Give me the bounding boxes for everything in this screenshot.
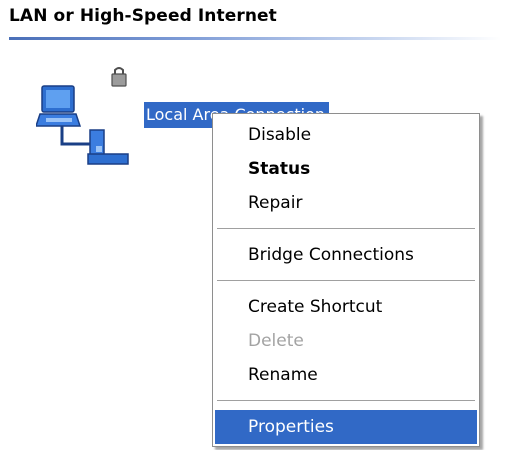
menu-item-delete[interactable]: Delete — [215, 324, 477, 358]
menu-item-bridge-connections[interactable]: Bridge Connections — [215, 238, 477, 272]
group-divider — [9, 37, 501, 40]
group-title: LAN or High-Speed Internet — [9, 6, 277, 26]
menu-separator — [217, 280, 475, 282]
menu-separator — [217, 228, 475, 230]
menu-item-rename[interactable]: Rename — [215, 358, 477, 392]
group-header: LAN or High-Speed Internet — [9, 6, 501, 42]
network-connections-window: LAN or High-Speed Internet Local Area Co… — [0, 0, 521, 450]
menu-item-status[interactable]: Status — [215, 152, 477, 186]
menu-item-create-shortcut[interactable]: Create Shortcut — [215, 290, 477, 324]
menu-item-disable[interactable]: Disable — [215, 118, 477, 152]
menu-item-properties[interactable]: Properties — [215, 410, 477, 444]
context-menu: Disable Status Repair Bridge Connections… — [212, 113, 480, 447]
network-connection-icon — [36, 67, 129, 165]
menu-separator — [217, 400, 475, 402]
menu-item-repair[interactable]: Repair — [215, 186, 477, 220]
